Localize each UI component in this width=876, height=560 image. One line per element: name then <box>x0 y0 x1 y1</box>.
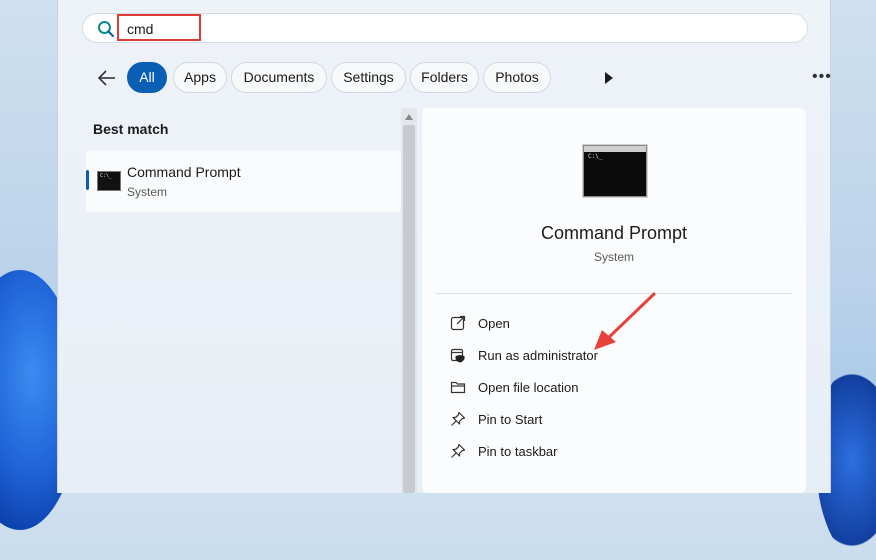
action-label: Open <box>478 316 510 331</box>
results-scrollbar[interactable] <box>401 108 417 493</box>
best-match-heading: Best match <box>93 121 169 137</box>
detail-app-name: Command Prompt <box>540 223 688 243</box>
command-prompt-large-icon: C:\_ <box>583 145 647 197</box>
more-filters-play-icon[interactable] <box>605 72 613 84</box>
selection-indicator <box>86 170 89 190</box>
shield-admin-icon <box>450 348 465 363</box>
action-label: Run as administrator <box>478 348 598 363</box>
search-input[interactable]: cmd <box>127 21 153 37</box>
filter-chip-all[interactable]: All <box>127 62 167 93</box>
start-search-panel: cmd All Apps Documents Settings Folders … <box>57 0 831 493</box>
filter-chip-apps[interactable]: Apps <box>173 62 227 93</box>
filter-chip-folders[interactable]: Folders <box>410 62 479 93</box>
folder-icon <box>450 381 466 394</box>
filter-chip-photos[interactable]: Photos <box>483 62 551 93</box>
filter-chip-settings[interactable]: Settings <box>331 62 406 93</box>
pin-icon <box>451 443 466 458</box>
back-arrow-icon[interactable] <box>97 69 117 87</box>
open-external-icon <box>450 315 466 331</box>
more-options-icon[interactable]: ••• <box>812 68 832 86</box>
pin-icon <box>451 411 466 426</box>
annotation-arrow-icon <box>594 292 656 350</box>
filter-chip-documents[interactable]: Documents <box>231 62 327 93</box>
search-box[interactable]: cmd <box>82 13 808 43</box>
scroll-up-icon[interactable] <box>405 114 413 120</box>
action-label: Pin to Start <box>478 412 543 427</box>
detail-app-type: System <box>593 250 634 264</box>
scroll-thumb[interactable] <box>403 125 415 493</box>
action-label: Open file location <box>478 380 579 395</box>
action-label: Pin to taskbar <box>478 444 558 459</box>
search-icon <box>98 21 115 38</box>
command-prompt-icon: C:\_ <box>97 171 121 191</box>
result-type: System <box>127 185 168 199</box>
best-match-result[interactable]: C:\_ Command Prompt System <box>86 150 401 212</box>
result-name: Command Prompt <box>127 164 241 180</box>
